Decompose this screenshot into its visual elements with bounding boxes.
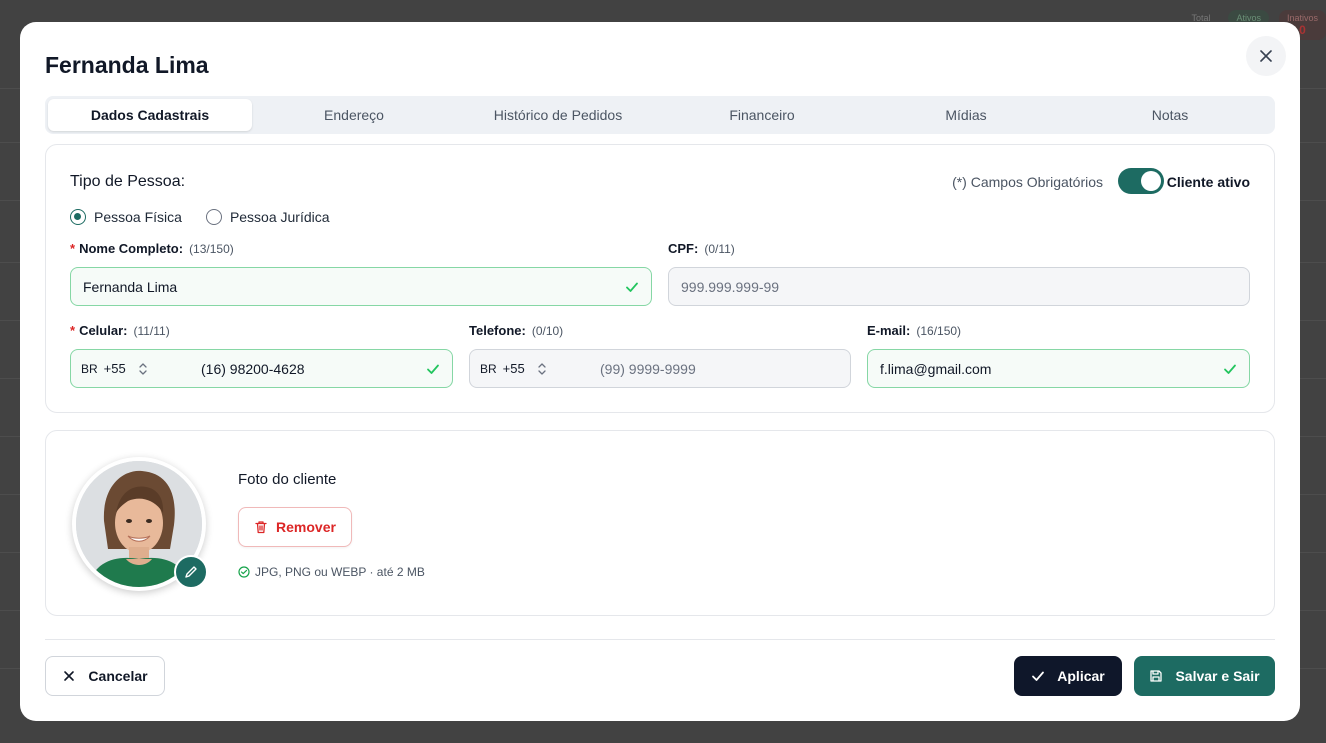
check-icon bbox=[427, 364, 439, 374]
country-code: BR bbox=[480, 361, 497, 376]
telefone-label: Telefone: (0/10) bbox=[469, 323, 563, 338]
client-modal: Fernanda Lima Dados Cadastrais Endereço … bbox=[20, 22, 1300, 721]
celular-label-text: Celular: bbox=[79, 323, 128, 338]
email-label-text: E-mail: bbox=[867, 323, 911, 338]
tab-historico-pedidos[interactable]: Histórico de Pedidos bbox=[456, 99, 660, 131]
chevron-updown-icon bbox=[538, 362, 546, 375]
tipo-pessoa-label: Tipo de Pessoa: bbox=[70, 173, 186, 190]
telefone-input[interactable]: BR +55 (99) 9999-9999 bbox=[469, 349, 851, 388]
celular-char-count: (11/11) bbox=[133, 324, 170, 338]
celular-input[interactable]: BR +55 (16) 98200-4628 bbox=[70, 349, 453, 388]
check-icon bbox=[1224, 364, 1236, 374]
check-icon bbox=[1032, 671, 1045, 681]
email-label: E-mail: (16/150) bbox=[867, 323, 961, 338]
save-label: Salvar e Sair bbox=[1175, 668, 1260, 684]
radio-pessoa-juridica[interactable]: Pessoa Jurídica bbox=[205, 209, 330, 225]
footer-divider bbox=[45, 639, 1275, 640]
cpf-placeholder: 999.999.999-99 bbox=[681, 278, 780, 295]
apply-button[interactable]: Aplicar bbox=[1014, 656, 1122, 696]
tab-dados-cadastrais[interactable]: Dados Cadastrais bbox=[48, 99, 252, 131]
cpf-label: CPF: (0/11) bbox=[668, 241, 735, 256]
personal-data-card: Tipo de Pessoa: (*) Campos Obrigatórios … bbox=[45, 144, 1275, 413]
celular-label: * Celular: (11/11) bbox=[70, 323, 170, 338]
required-fields-note: (*) Campos Obrigatórios bbox=[952, 174, 1103, 190]
close-icon bbox=[64, 671, 75, 681]
apply-label: Aplicar bbox=[1057, 668, 1105, 684]
email-value: f.lima@gmail.com bbox=[880, 360, 992, 377]
pencil-icon bbox=[185, 566, 197, 578]
required-star: * bbox=[70, 323, 76, 338]
nome-input[interactable]: Fernanda Lima bbox=[70, 267, 652, 306]
photo-card: Foto do cliente Remover JPG, PNG ou WEBP… bbox=[45, 430, 1275, 616]
cancel-label: Cancelar bbox=[88, 668, 148, 684]
tipo-pessoa-radio-group: Pessoa Física Pessoa Jurídica bbox=[70, 209, 330, 225]
radio-pessoa-fisica[interactable]: Pessoa Física bbox=[70, 209, 182, 225]
tabs: Dados Cadastrais Endereço Histórico de P… bbox=[45, 96, 1275, 134]
required-star: * bbox=[70, 241, 76, 256]
nome-label: * Nome Completo: (13/150) bbox=[70, 241, 234, 256]
cpf-label-text: CPF: bbox=[668, 241, 699, 256]
photo-format-hint: JPG, PNG ou WEBP · até 2 MB bbox=[238, 565, 425, 579]
telefone-placeholder: (99) 9999-9999 bbox=[600, 360, 696, 377]
email-input[interactable]: f.lima@gmail.com bbox=[867, 349, 1250, 388]
chevron-updown-icon bbox=[139, 362, 147, 375]
ddi-code: +55 bbox=[502, 361, 525, 376]
close-icon bbox=[1260, 50, 1272, 62]
nome-value: Fernanda Lima bbox=[83, 278, 178, 295]
tab-midias[interactable]: Mídias bbox=[864, 99, 1068, 131]
modal-title: Fernanda Lima bbox=[45, 52, 209, 78]
nome-label-text: Nome Completo: bbox=[79, 241, 184, 256]
cpf-input[interactable]: 999.999.999-99 bbox=[668, 267, 1250, 306]
cliente-ativo-toggle[interactable] bbox=[1118, 168, 1164, 194]
radio-checked-icon bbox=[70, 209, 86, 225]
nome-char-count: (13/150) bbox=[189, 242, 234, 256]
photo-hint-text: JPG, PNG ou WEBP · até 2 MB bbox=[255, 565, 425, 579]
country-code: BR bbox=[81, 361, 98, 376]
trash-icon bbox=[255, 521, 267, 534]
radio-label: Pessoa Jurídica bbox=[229, 209, 330, 225]
check-circle-icon bbox=[238, 566, 250, 578]
country-code-select[interactable]: BR +55 bbox=[81, 361, 191, 376]
save-and-exit-button[interactable]: Salvar e Sair bbox=[1134, 656, 1275, 696]
radio-label: Pessoa Física bbox=[94, 209, 182, 225]
toggle-knob bbox=[1141, 171, 1161, 191]
country-code-select[interactable]: BR +55 bbox=[480, 361, 590, 376]
radio-unchecked-icon bbox=[205, 209, 222, 225]
ddi-code: +55 bbox=[103, 361, 126, 376]
celular-value: (16) 98200-4628 bbox=[201, 360, 305, 377]
cancel-button[interactable]: Cancelar bbox=[45, 656, 165, 696]
cliente-ativo-label: Cliente ativo bbox=[1166, 174, 1250, 190]
photo-title: Foto do cliente bbox=[238, 471, 337, 488]
cpf-char-count: (0/11) bbox=[704, 242, 735, 256]
edit-photo-button[interactable] bbox=[174, 555, 208, 589]
check-icon bbox=[626, 282, 638, 292]
remove-photo-button[interactable]: Remover bbox=[238, 507, 352, 547]
avatar-wrapper bbox=[72, 457, 208, 591]
tab-financeiro[interactable]: Financeiro bbox=[660, 99, 864, 131]
remove-label: Remover bbox=[276, 519, 336, 535]
email-char-count: (16/150) bbox=[916, 324, 962, 338]
save-icon bbox=[1150, 670, 1163, 682]
tab-endereco[interactable]: Endereço bbox=[252, 99, 456, 131]
telefone-char-count: (0/10) bbox=[531, 324, 564, 338]
close-button[interactable] bbox=[1246, 36, 1286, 76]
telefone-label-text: Telefone: bbox=[469, 323, 526, 338]
tab-notas[interactable]: Notas bbox=[1068, 99, 1272, 131]
